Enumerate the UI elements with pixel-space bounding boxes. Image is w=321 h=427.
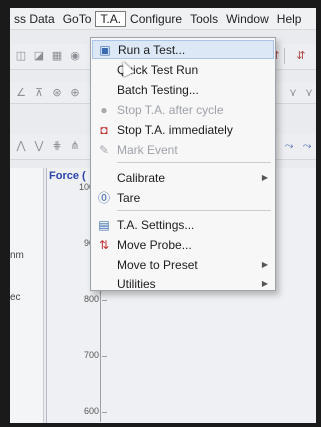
menu-ta[interactable]: T.A. <box>95 10 127 27</box>
menu-item-calibrate[interactable]: Calibrate ▶ <box>92 168 274 187</box>
menu-item-utilities[interactable]: Utilities ▶ <box>92 274 274 293</box>
menu-item-mark-event: ✎ Mark Event <box>92 140 274 159</box>
menu-item-label: Mark Event <box>117 142 178 157</box>
menu-item-tare[interactable]: ⓪ Tare <box>92 188 274 207</box>
menu-item-move-to-preset[interactable]: Move to Preset ▶ <box>92 255 274 274</box>
toolbar-separator <box>284 48 285 64</box>
y-tick-label: 700 <box>57 350 107 360</box>
menu-separator <box>117 210 271 211</box>
toolbar-icon[interactable]: ⋎ <box>302 86 316 100</box>
menu-item-stop-immediately[interactable]: ◘ Stop T.A. immediately <box>92 120 274 139</box>
left-panel-label: ec <box>10 292 21 303</box>
toolbar-icon[interactable]: ⋎ <box>286 86 300 100</box>
submenu-arrow-icon: ▶ <box>261 260 268 269</box>
menu-item-ta-settings[interactable]: ▤ T.A. Settings... <box>92 215 274 234</box>
mark-event-icon: ✎ <box>98 142 110 157</box>
menu-item-label: Tare <box>117 190 141 205</box>
toolbar-icon[interactable]: ⋕ <box>50 139 64 153</box>
menu-bar: ss Data GoTo T.A. Configure Tools Window… <box>10 8 316 30</box>
app-window: ss Data GoTo T.A. Configure Tools Window… <box>10 8 316 423</box>
toolbar-icon[interactable]: ◫ <box>14 49 28 63</box>
menu-item-stop-after-cycle: ● Stop T.A. after cycle <box>92 100 274 119</box>
menu-item-label: Stop T.A. after cycle <box>117 102 224 117</box>
left-panel-label: nm <box>10 250 24 261</box>
toolbar-icon[interactable]: ⇵ <box>294 49 308 63</box>
toolbar-icon[interactable]: ⊼ <box>32 86 46 100</box>
menu-window[interactable]: Window <box>222 12 273 26</box>
y-tick-label: 800 <box>57 294 107 304</box>
submenu-arrow-icon: ▶ <box>261 173 268 182</box>
toolbar-icon[interactable]: ▦ <box>50 49 64 63</box>
toolbar-icon[interactable]: ⊕ <box>68 86 82 100</box>
menu-item-run-a-test[interactable]: ▣ Run a Test... <box>92 40 274 59</box>
left-panel: nm ec <box>10 168 44 423</box>
stop-after-cycle-icon: ● <box>100 102 108 117</box>
toolbar-icon[interactable]: ⤳ <box>282 139 296 153</box>
toolbar-icon[interactable]: ⋔ <box>68 139 82 153</box>
menu-tools[interactable]: Tools <box>186 12 222 26</box>
menu-item-move-probe[interactable]: ⇅ Move Probe... <box>92 235 274 254</box>
toolbar-icon[interactable]: ⊛ <box>50 86 64 100</box>
toolbar-icon[interactable]: ⋀ <box>14 139 28 153</box>
toolbar-icon[interactable]: ◪ <box>32 49 46 63</box>
settings-icon: ▤ <box>98 217 110 232</box>
menu-item-batch-testing[interactable]: Batch Testing... <box>92 80 274 99</box>
menu-item-label: Calibrate <box>117 170 166 185</box>
submenu-arrow-icon: ▶ <box>261 279 268 288</box>
menu-process-data[interactable]: ss Data <box>10 12 59 26</box>
menu-item-label: T.A. Settings... <box>117 217 195 232</box>
graph-title: Force ( <box>49 170 86 182</box>
menu-goto[interactable]: GoTo <box>59 12 96 26</box>
menu-help[interactable]: Help <box>273 12 306 26</box>
toolbar-icon[interactable]: ⤳ <box>300 139 314 153</box>
toolbar-icon[interactable]: ∠ <box>14 86 28 100</box>
toolbar-icon[interactable]: ⋁ <box>32 139 46 153</box>
menu-item-label: Run a Test... <box>118 42 186 57</box>
toolbar-icon[interactable]: ◉ <box>68 49 82 63</box>
menu-item-label: Move Probe... <box>117 237 192 252</box>
menu-item-label: Stop T.A. immediately <box>117 122 233 137</box>
y-tick-label: 600 <box>57 406 107 416</box>
menu-item-label: Move to Preset <box>117 257 198 272</box>
tare-icon: ⓪ <box>97 190 110 205</box>
menu-separator <box>117 162 271 163</box>
move-probe-icon: ⇅ <box>98 237 110 252</box>
ta-dropdown-menu: ▣ Run a Test... Quick Test Run Batch Tes… <box>90 37 276 291</box>
menu-item-label: Utilities <box>117 276 156 291</box>
menu-configure[interactable]: Configure <box>126 12 186 26</box>
run-test-icon: ▣ <box>99 42 111 57</box>
menu-item-label: Batch Testing... <box>117 82 199 97</box>
stop-immediately-icon: ◘ <box>100 122 108 137</box>
